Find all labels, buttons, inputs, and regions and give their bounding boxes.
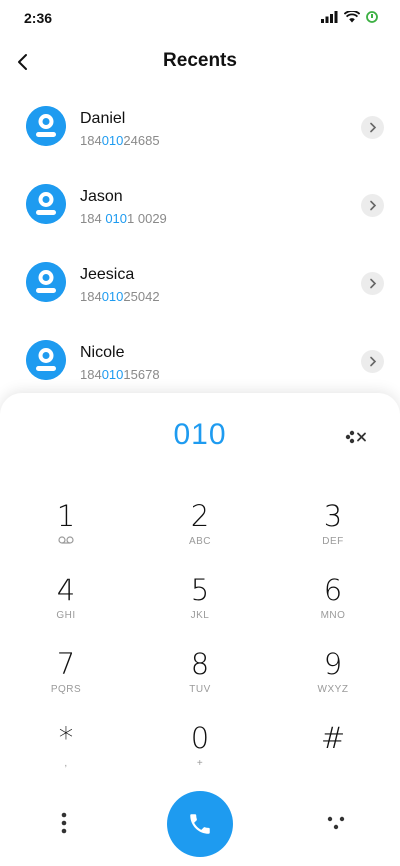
status-bar: 2:36 — [0, 0, 400, 36]
list-item[interactable]: Jeesica 18401025042 — [0, 252, 400, 330]
key-letters: DEF — [322, 536, 344, 547]
key-star[interactable]: * , — [16, 722, 116, 788]
contact-name: Jason — [80, 188, 123, 205]
battery-icon — [366, 11, 378, 23]
key-digit: 8 — [190, 647, 210, 681]
key-letters: PQRS — [50, 684, 82, 695]
list-item[interactable]: Jason 184 0101 0029 — [0, 174, 400, 252]
call-button[interactable] — [167, 791, 233, 857]
key-digit: # — [320, 721, 346, 755]
page-title: Recents — [163, 50, 237, 71]
dialpad-icon[interactable] — [322, 811, 350, 835]
key-letters: + — [196, 758, 204, 769]
avatar-icon — [26, 184, 66, 224]
key-5[interactable]: 5 JKL — [150, 574, 250, 640]
key-6[interactable]: 6 MNO — [283, 574, 383, 640]
status-time: 2:36 — [24, 10, 53, 26]
dialpad-panel: 010 1 2 ABC 3 DEF 4 GHI 5 JKL 6 MNO 7 PQ… — [0, 393, 400, 866]
signal-icon — [321, 11, 338, 23]
key-hash[interactable]: # — [283, 722, 383, 788]
key-letters: MNO — [320, 610, 346, 621]
key-letters: WXYZ — [317, 684, 349, 695]
chevron-right-icon — [369, 200, 376, 211]
key-letters: TUV — [189, 684, 211, 695]
key-7[interactable]: 7 PQRS — [16, 648, 116, 714]
avatar-icon — [26, 262, 66, 302]
key-digit: 3 — [323, 499, 343, 533]
phone-icon — [190, 814, 210, 834]
key-digit: 2 — [190, 499, 210, 533]
key-letters: ABC — [188, 536, 212, 547]
wifi-icon — [344, 11, 360, 23]
contact-name: Daniel — [80, 110, 126, 127]
contact-number: 18401024685 — [80, 133, 160, 148]
key-8[interactable]: 8 TUV — [150, 648, 250, 714]
header: Recents — [0, 40, 400, 84]
key-digit: * — [58, 721, 74, 755]
key-digit: 1 — [56, 499, 76, 533]
key-digit: 5 — [190, 573, 210, 607]
contact-details-button[interactable] — [361, 194, 384, 217]
backspace-icon[interactable] — [342, 427, 370, 447]
contact-details-button[interactable] — [361, 350, 384, 373]
contact-number: 18401025042 — [80, 289, 160, 304]
more-vertical-icon[interactable] — [50, 809, 78, 837]
dialed-number: 010 — [173, 418, 227, 451]
chevron-right-icon — [369, 356, 376, 367]
key-digit: 0 — [190, 721, 210, 755]
key-1[interactable]: 1 — [16, 500, 116, 566]
chevron-right-icon — [369, 278, 376, 289]
key-9[interactable]: 9 WXYZ — [283, 648, 383, 714]
avatar-icon — [26, 106, 66, 146]
contact-name: Jeesica — [80, 266, 135, 283]
contact-number: 18401015678 — [80, 367, 160, 382]
avatar-icon — [26, 340, 66, 380]
key-digit: 9 — [323, 647, 343, 681]
key-3[interactable]: 3 DEF — [283, 500, 383, 566]
status-icons — [321, 11, 378, 23]
voicemail-icon — [16, 536, 116, 547]
recents-list: Daniel 18401024685 Jason 184 0101 0029 J… — [0, 96, 400, 408]
key-digit: 7 — [56, 647, 76, 681]
key-digit: 6 — [323, 573, 343, 607]
key-4[interactable]: 4 GHI — [16, 574, 116, 640]
contact-name: Nicole — [80, 344, 125, 361]
contact-details-button[interactable] — [361, 116, 384, 139]
key-2[interactable]: 2 ABC — [150, 500, 250, 566]
contact-details-button[interactable] — [361, 272, 384, 295]
list-item[interactable]: Daniel 18401024685 — [0, 96, 400, 174]
contact-number: 184 0101 0029 — [80, 211, 167, 226]
key-letters: JKL — [190, 610, 210, 621]
key-letters: , — [64, 758, 68, 769]
key-digit: 4 — [56, 573, 76, 607]
key-letters: GHI — [56, 610, 76, 621]
chevron-right-icon — [369, 122, 376, 133]
dialer-action-bar — [0, 791, 400, 861]
key-0[interactable]: 0 + — [150, 722, 250, 788]
